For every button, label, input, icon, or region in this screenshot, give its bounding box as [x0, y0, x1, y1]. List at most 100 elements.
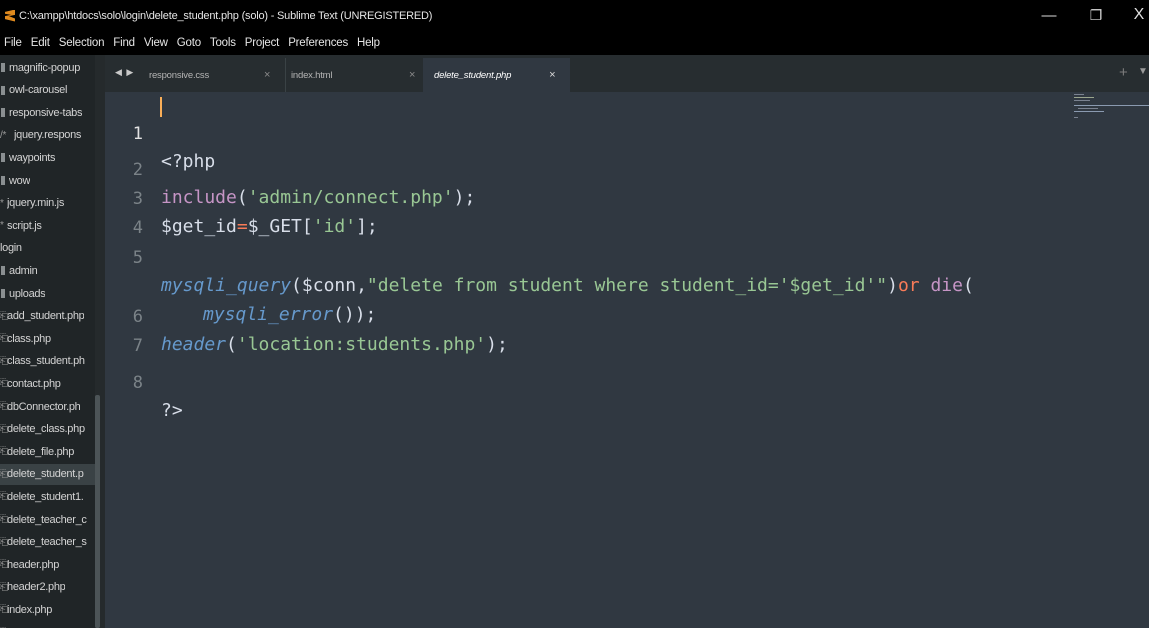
sidebar-item[interactable]: ⎗ delete_class.php: [0, 419, 95, 440]
sidebar-item[interactable]: ⎗ delete_student1.: [0, 486, 95, 507]
file-icon: ⎗: [0, 514, 8, 525]
tab-delete-student-php[interactable]: delete_student.php ×: [423, 58, 570, 92]
menu-file[interactable]: File: [4, 37, 22, 49]
code-line: 8 ?>: [105, 341, 1065, 421]
sidebar-item-label: class_student.ph: [7, 355, 85, 368]
sidebar-item-label: delete_student.p: [7, 468, 84, 481]
menu-find[interactable]: Find: [113, 37, 135, 49]
sidebar-item[interactable]: ⎗ contact.php: [0, 373, 95, 394]
sidebar-item[interactable]: owl-carousel: [0, 80, 95, 101]
sidebar-item[interactable]: ⎗ delete_teacher_s: [0, 532, 95, 553]
file-icon: ⎗: [0, 333, 8, 345]
folder-icon: [1, 176, 5, 185]
sidebar-item-label: header.php: [7, 558, 60, 571]
minimap[interactable]: [1070, 92, 1149, 122]
menu-goto[interactable]: Goto: [177, 37, 201, 49]
sidebar-item-label: header2.php: [7, 581, 66, 594]
sidebar-item-label: waypoints: [9, 151, 56, 164]
sidebar-item-label: delete_teacher_s: [7, 536, 87, 549]
code-line: 1 <?php: [105, 92, 1065, 172]
sidebar-item[interactable]: admin: [0, 260, 95, 281]
menu-help[interactable]: Help: [357, 37, 380, 49]
sidebar-item[interactable]: ⎗ delete_teacher_c: [0, 509, 95, 530]
minimap-line: [1074, 100, 1090, 101]
folder-icon: [1, 153, 5, 163]
minimap-line: [1074, 94, 1084, 95]
tab-dropdown-icon[interactable]: ▼: [1138, 66, 1148, 77]
file-icon: ⎗: [0, 536, 8, 548]
sidebar-item[interactable]: /* jquery.respons: [0, 125, 95, 146]
tab-bar: ◀ ▶ responsive.css × index.html × delete…: [105, 55, 1149, 92]
folder-icon: [1, 108, 5, 118]
minimap-line: [1074, 117, 1078, 118]
sidebar-item[interactable]: wow: [0, 170, 95, 191]
menu-preferences[interactable]: Preferences: [288, 37, 348, 49]
sidebar-item[interactable]: login: [0, 238, 95, 259]
sidebar-item[interactable]: responsive-tabs: [0, 102, 95, 123]
file-icon: ⎗: [0, 446, 8, 458]
menu-project[interactable]: Project: [245, 37, 280, 49]
menu-bar: File Edit Selection Find View Goto Tools…: [0, 31, 1149, 55]
sidebar: magnific-popup owl-carousel responsive-tab…: [0, 55, 105, 628]
asterisk-icon: *: [0, 220, 4, 232]
minimap-line: [1074, 105, 1149, 106]
close-icon[interactable]: ×: [264, 69, 270, 81]
file-icon: ⎗: [0, 378, 8, 390]
folder-icon: [1, 85, 5, 95]
sidebar-item[interactable]: * jquery.min.js: [0, 193, 95, 214]
close-icon[interactable]: ×: [549, 69, 555, 81]
file-icon: ⎗: [0, 423, 8, 435]
code-line-wrapped: mysqli_error());: [105, 245, 1065, 325]
sidebar-item[interactable]: ⎗ header.php: [0, 554, 95, 575]
file-icon: ⎗: [0, 581, 8, 593]
code-editor[interactable]: 1 <?php 2 include('admin/connect.php'); …: [105, 92, 1149, 628]
close-button[interactable]: X: [1127, 3, 1149, 27]
tab-responsive-css[interactable]: responsive.css ×: [135, 58, 295, 92]
new-tab-plus-icon[interactable]: +: [1119, 64, 1128, 81]
menu-tools[interactable]: Tools: [210, 37, 236, 49]
sidebar-item-label: jquery.min.js: [7, 197, 65, 210]
folder-icon: [1, 63, 5, 72]
sidebar-item-label: responsive-tabs: [9, 106, 83, 119]
menu-view[interactable]: View: [144, 37, 168, 49]
menu-selection[interactable]: Selection: [59, 37, 105, 49]
sidebar-item[interactable]: magnific-popup: [0, 57, 95, 78]
sidebar-item-label: uploads: [9, 287, 46, 300]
close-icon[interactable]: ×: [409, 69, 415, 81]
sidebar-item[interactable]: ⎗ class.php: [0, 328, 95, 349]
sidebar-item-label: delete_file.php: [7, 445, 75, 458]
token: ?>: [161, 400, 183, 421]
minimap-line: [1074, 97, 1094, 98]
minimize-button[interactable]: —: [1037, 3, 1061, 27]
sidebar-item-label: wow: [9, 174, 31, 187]
minimap-line: [1078, 108, 1098, 109]
sidebar-item[interactable]: waypoints: [0, 147, 95, 168]
folder-icon: [1, 266, 5, 276]
sidebar-item[interactable]: ⎗ header2.php: [0, 577, 95, 598]
code-line: 4: [105, 186, 1065, 238]
file-icon: ⎗: [0, 604, 8, 616]
sidebar-item[interactable]: ⎗ dbConnector.ph: [0, 396, 95, 417]
sidebar-item[interactable]: * script.js: [0, 215, 95, 236]
sidebar-item[interactable]: uploads: [0, 283, 95, 304]
tab-index-html[interactable]: index.html ×: [285, 58, 425, 92]
sidebar-item-label: delete_class.php: [7, 423, 85, 436]
code-line: 3 $get_id=$_GET['id'];: [105, 157, 1065, 237]
tab-nav-arrows-icon[interactable]: ◀ ▶: [115, 67, 134, 78]
sidebar-item[interactable]: ⎗ delete_student.p: [0, 463, 95, 485]
sidebar-item-label: delete_student1.: [7, 490, 84, 503]
menu-edit[interactable]: Edit: [31, 37, 50, 49]
sidebar-item[interactable]: ⎗login_tracks: [0, 622, 95, 628]
sidebar-item-label: owl-carousel: [9, 84, 68, 97]
tab-label: index.html: [291, 69, 333, 81]
sidebar-item[interactable]: ⎗ class_student.ph: [0, 351, 95, 372]
sidebar-item[interactable]: ⎗ add_student.php: [0, 306, 95, 327]
sidebar-item[interactable]: ⎗ delete_file.php: [0, 441, 95, 462]
maximize-button[interactable]: ❐: [1084, 3, 1108, 27]
sidebar-item-label: delete_teacher_c: [7, 513, 87, 526]
sidebar-item-label: add_student.php: [7, 310, 85, 323]
window-title: C:\xampp\htdocs\solo\login\delete_studen…: [19, 9, 433, 22]
sidebar-scrollbar-thumb[interactable]: [95, 395, 100, 628]
sidebar-item[interactable]: ⎗ index.php: [0, 599, 95, 620]
sidebar-item-label: jquery.respons: [14, 129, 82, 142]
